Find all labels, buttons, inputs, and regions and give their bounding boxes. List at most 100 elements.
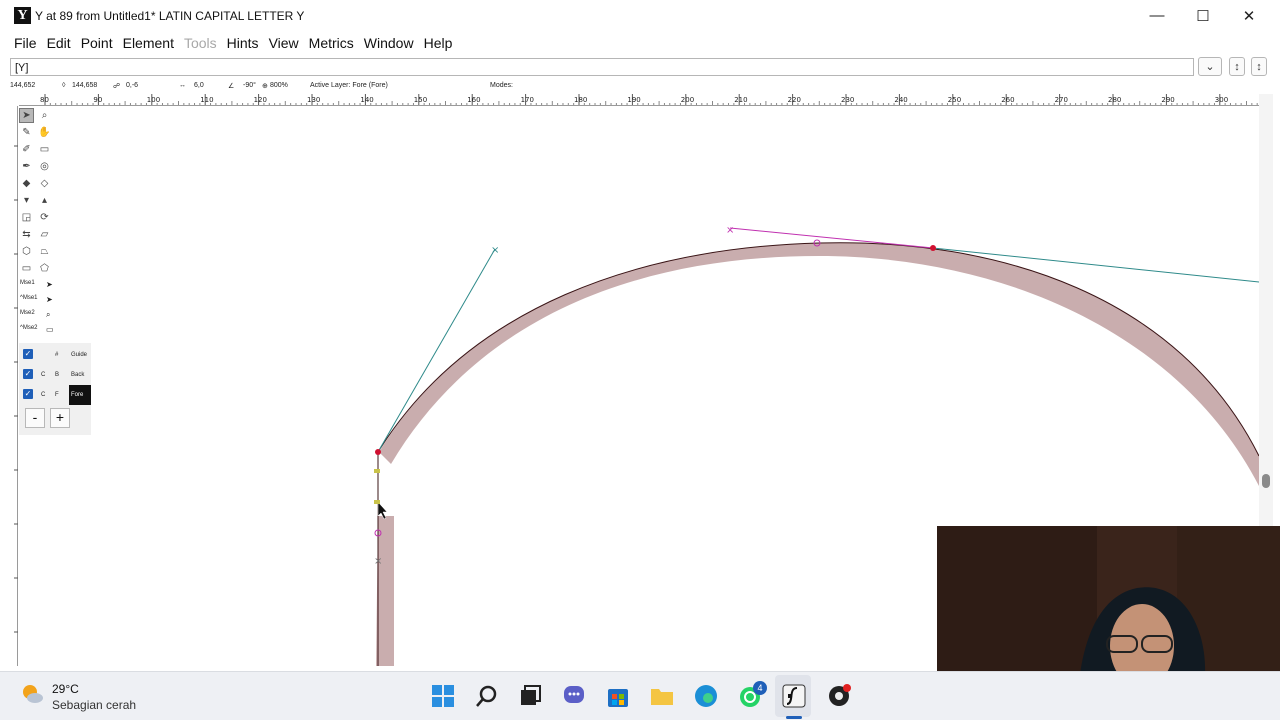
rotate-tool-icon[interactable]: ⟳ (37, 210, 52, 225)
horizontal-ruler: 80 90 100 110 120 130 140 150 160 170 180 190 200 210… (19, 94, 1259, 106)
rectangle-tool-icon[interactable]: ▭ (19, 261, 34, 276)
magnify-tool-icon[interactable]: ⌕ (37, 108, 52, 123)
layer-c-flag: C (41, 392, 46, 398)
fontforge-icon[interactable] (781, 683, 807, 709)
weather-temperature[interactable]: 29°C (52, 682, 79, 696)
knife-tool-icon[interactable]: ✐ (19, 142, 34, 157)
minimize-button[interactable]: — (1134, 0, 1180, 31)
vertical-scrollbar[interactable] (1259, 94, 1273, 526)
layer-visible-checkbox[interactable]: ✓ (23, 349, 33, 359)
ruler-label: 270 (1055, 96, 1068, 104)
tool-palette: ➤ ⌕ ✎ ✋ ✐ ▭ ✒ ◎ ◆ ◇ ▾ ▴ ◲ ⟳ ⇆ ▱ ⬡ ⏢ ▭ ⬠ … (19, 106, 57, 338)
ruler-label: 280 (1108, 96, 1121, 104)
layer-row-fore[interactable]: ✓ C F Fore (19, 385, 91, 405)
menu-element[interactable]: Element (118, 35, 179, 51)
file-explorer-icon[interactable] (649, 683, 675, 709)
hint-marker-2 (374, 500, 380, 504)
glyph-text-field[interactable]: [Y] (10, 58, 1194, 76)
ruler-label: 110 (200, 96, 213, 104)
edge-browser-icon[interactable] (693, 683, 719, 709)
ctrl-mouse2-tool-icon: ▭ (46, 325, 54, 334)
ruler-label: 210 (734, 96, 747, 104)
ruler-ticks: 80 90 100 110 120 130 140 150 160 170 180 190 200 210… (40, 94, 1258, 105)
search-icon[interactable] (474, 683, 500, 709)
layer-c-flag: C (41, 372, 46, 378)
store-icon[interactable] (605, 683, 631, 709)
skew-tool-icon[interactable]: ▱ (37, 227, 52, 242)
layer-row-back[interactable]: ✓ C B Back (19, 365, 91, 385)
ruler-label: 120 (254, 96, 267, 104)
ruler-label: 250 (948, 96, 961, 104)
windows-start-icon[interactable] (430, 683, 456, 709)
menu-edit[interactable]: Edit (42, 35, 76, 51)
scale-tool-icon[interactable]: ◲ (19, 210, 34, 225)
spiro-tool-icon[interactable]: ◎ (37, 159, 52, 174)
zoom-value: 800% (270, 82, 288, 89)
task-view-icon[interactable] (517, 683, 543, 709)
outer-contour (377, 242, 1260, 457)
ruler-label: 290 (1161, 96, 1174, 104)
ruler-label: 180 (574, 96, 587, 104)
ctrl-mouse2-label: ^Mse2 (20, 325, 38, 331)
scroll-arrows-button-1[interactable]: ↕ (1229, 57, 1245, 76)
scrollbar-thumb[interactable] (1262, 474, 1270, 488)
scroll-hand-tool-icon[interactable]: ✋ (37, 125, 52, 140)
add-layer-button[interactable]: + (50, 408, 70, 428)
menu-file[interactable]: File (9, 35, 42, 51)
ruler-label: 200 (681, 96, 694, 104)
polygon-tool-icon[interactable]: ⬠ (37, 261, 52, 276)
flip-tool-icon[interactable]: ⇆ (19, 227, 34, 242)
corner-point-tool-icon[interactable]: ▾ (19, 193, 34, 208)
angle-icon: ∠ (228, 83, 235, 90)
freehand-tool-icon[interactable]: ✎ (19, 125, 34, 140)
stroke-band (379, 242, 1259, 486)
menu-view[interactable]: View (264, 35, 304, 51)
menu-help[interactable]: Help (419, 35, 458, 51)
distance-icon: ☍ (113, 83, 121, 90)
ruler-label: 220 (788, 96, 801, 104)
ruler-label: 300 (1215, 96, 1228, 104)
pointer-tool-icon[interactable]: ➤ (19, 108, 34, 123)
layer-visible-checkbox[interactable]: ✓ (23, 389, 33, 399)
layer-name: Back (71, 372, 85, 378)
app-logo: Y (14, 7, 31, 24)
curve-point-tool-icon[interactable]: ◆ (19, 176, 34, 191)
scroll-arrows-button-2[interactable]: ↕ (1251, 57, 1267, 76)
maximize-button[interactable]: ☐ (1180, 0, 1226, 31)
3d-rotate-tool-icon[interactable]: ⬡ (19, 244, 34, 259)
weather-description[interactable]: Sebagian cerah (52, 698, 136, 712)
close-button[interactable]: ✕ (1226, 0, 1272, 31)
menu-metrics[interactable]: Metrics (304, 35, 359, 51)
glyph-dropdown-button[interactable]: ⌄ (1198, 57, 1222, 76)
ctrl-mouse1-tool-icon: ➤ (46, 295, 53, 304)
tangent-point-tool-icon[interactable]: ▴ (37, 193, 52, 208)
layer-visible-checkbox[interactable]: ✓ (23, 369, 33, 379)
menu-bar: File Edit Point Element Tools Hints View… (0, 31, 1280, 55)
whatsapp-badge: 4 (753, 681, 767, 695)
zoom-icon: ⊕ (262, 83, 268, 90)
stem-control-x: × (374, 556, 382, 567)
ruler-label: 140 (360, 96, 373, 104)
layer-b-flag: F (55, 392, 59, 398)
menu-window[interactable]: Window (359, 35, 419, 51)
length-icon: ↔ (179, 82, 186, 89)
obs-recording-icon[interactable] (826, 683, 852, 709)
remove-layer-button[interactable]: - (25, 408, 45, 428)
menu-hints[interactable]: Hints (222, 35, 264, 51)
mouse2-tool-icon: ⌕ (46, 310, 51, 319)
weather-sun-cloud-icon[interactable] (20, 682, 44, 706)
ruler-tool-icon[interactable]: ▭ (37, 142, 52, 157)
layer-row-guide[interactable]: ✓ # Guide (19, 345, 91, 365)
layer-name: Guide (71, 352, 88, 358)
control-point-x-2: × (726, 225, 734, 236)
hint-marker-1 (374, 469, 380, 473)
curve-point-top (930, 245, 936, 251)
menu-tools[interactable]: Tools (179, 35, 222, 51)
info-bar: 144,652 ◊ 144,658 ☍ 0,-6 ↔ 6,0 ∠ -90° ⊕ … (0, 78, 1280, 94)
pen-tool-icon[interactable]: ✒ (19, 159, 34, 174)
chat-icon[interactable] (561, 683, 587, 709)
hv-curve-point-tool-icon[interactable]: ◇ (37, 176, 52, 191)
perspective-tool-icon[interactable]: ⏢ (37, 244, 52, 259)
menu-point[interactable]: Point (76, 35, 118, 51)
angle-value: -90° (243, 82, 256, 89)
